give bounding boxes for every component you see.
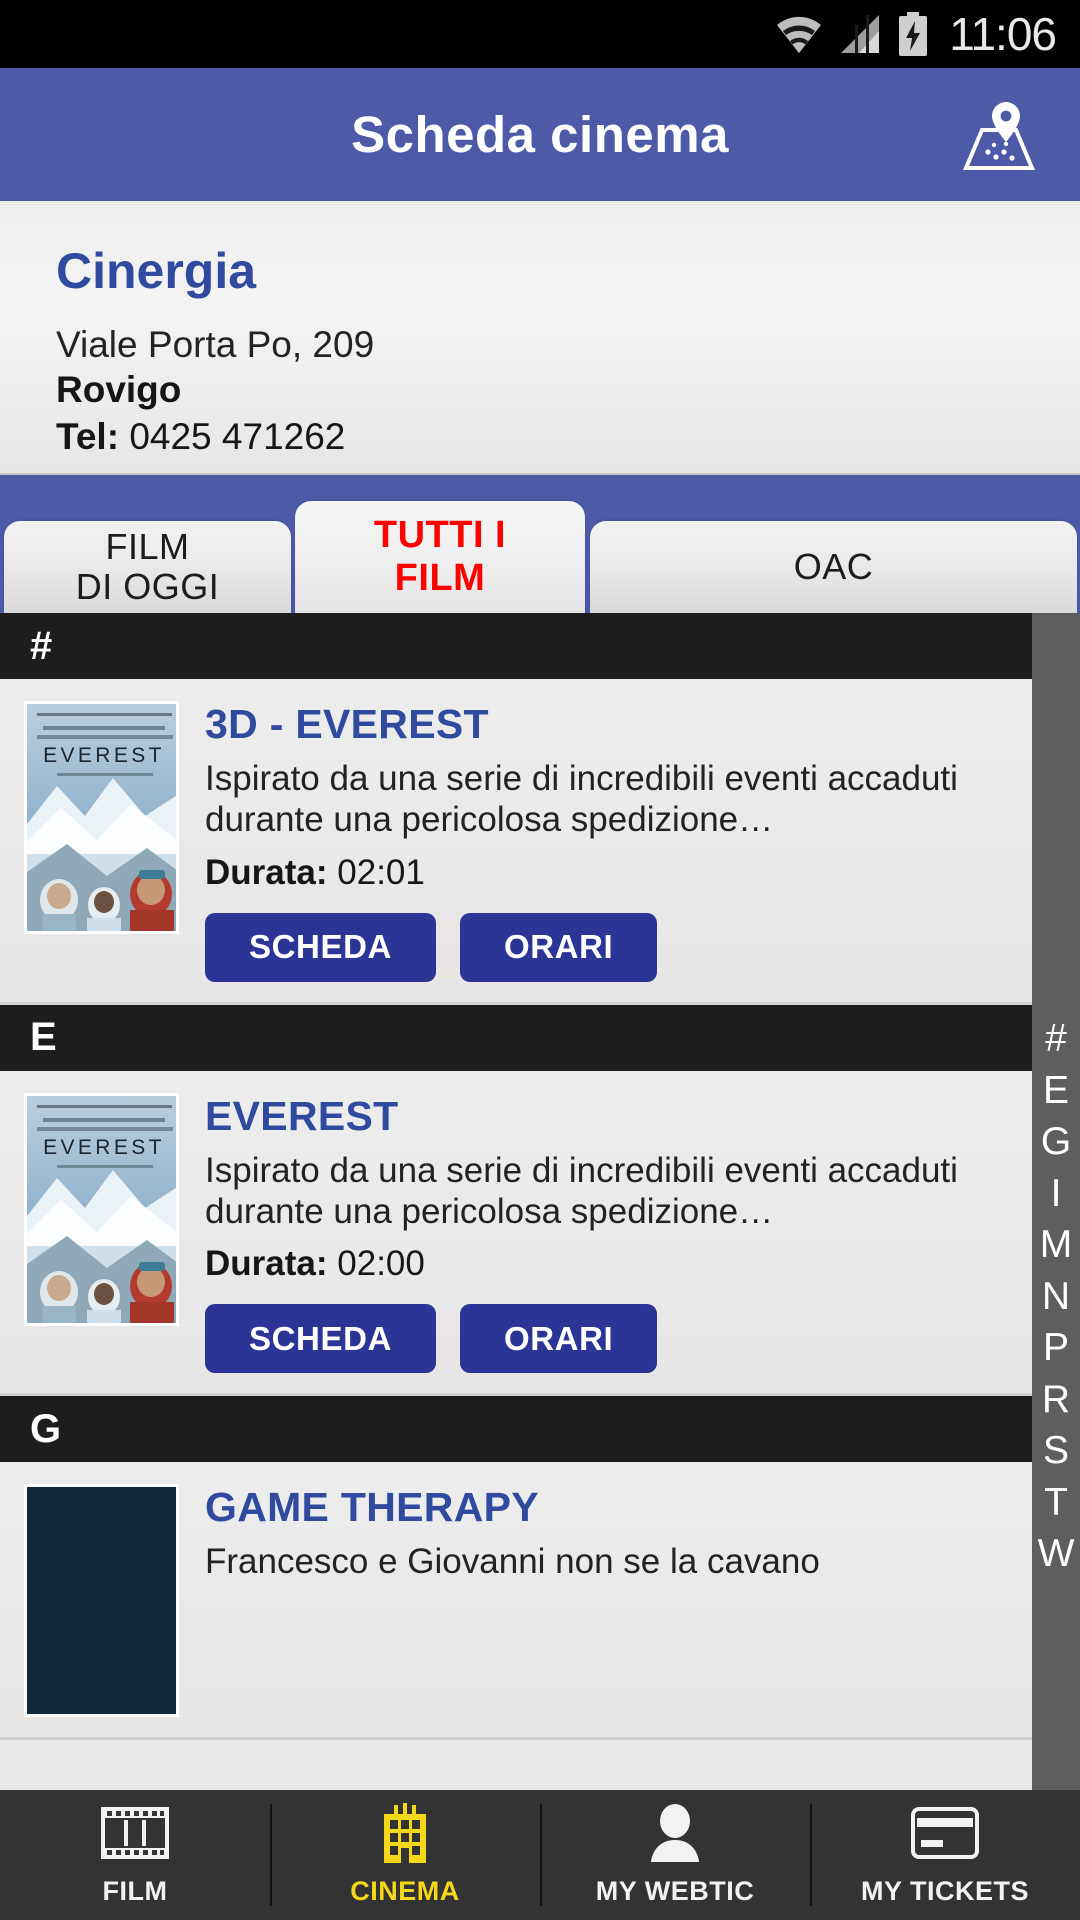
movie-description: Ispirato da una serie di incredibili eve… [205, 759, 958, 840]
alpha-index-letter[interactable]: E [1043, 1065, 1069, 1116]
tab-oac[interactable]: OAC [590, 521, 1077, 613]
section-header: E [0, 1004, 1032, 1071]
tab-label: TUTTI I FILM [373, 514, 507, 599]
movie-actions: SCHEDA ORARI [205, 912, 1014, 982]
alpha-index-letter[interactable]: # [1045, 1013, 1067, 1064]
alpha-index-letter[interactable]: R [1042, 1374, 1070, 1425]
tab-label: FILM DI OGGI [75, 525, 220, 607]
tab-strip: FILM DI OGGI TUTTI I FILM OAC [0, 475, 1080, 613]
movie-description: Ispirato da una serie di incredibili eve… [205, 1150, 958, 1231]
svg-text:EVEREST: EVEREST [43, 744, 165, 767]
cinema-info-card: Cinergia Viale Porta Po, 209 Rovigo Tel:… [0, 201, 1080, 475]
section-letter: # [30, 623, 53, 668]
nav-item-film[interactable]: FILM [0, 1790, 270, 1920]
nav-item-my-tickets[interactable]: MY TICKETS [810, 1790, 1080, 1920]
phone-label: Tel: [56, 415, 120, 457]
movie-actions: SCHEDA ORARI [205, 1304, 1014, 1374]
app-bar: Scheda cinema [0, 68, 1080, 201]
orari-button[interactable]: ORARI [459, 912, 658, 982]
filmstrip-icon [101, 1804, 169, 1862]
alpha-index-letter[interactable]: T [1044, 1477, 1068, 1528]
movie-duration: Durata: 02:01 [205, 853, 1014, 893]
duration-value: 02:01 [337, 852, 425, 892]
movie-description: Francesco e Giovanni non se la cavano [205, 1542, 820, 1582]
phone-number: 0425 471262 [129, 415, 346, 457]
person-icon [647, 1803, 703, 1862]
tab-tutti-i-film[interactable]: TUTTI I FILM [295, 501, 585, 613]
movie-title[interactable]: EVEREST [205, 1093, 1014, 1140]
cinema-building-icon [376, 1802, 434, 1863]
list-item[interactable]: EVEREST [0, 1070, 1032, 1397]
tab-film-di-oggi[interactable]: FILM DI OGGI [4, 521, 291, 613]
cinema-phone: Tel: 0425 471262 [56, 414, 1080, 459]
nav-item-my-webtic[interactable]: MY WEBTIC [540, 1790, 810, 1920]
game-therapy-poster [24, 1484, 179, 1718]
nav-label: MY TICKETS [860, 1875, 1029, 1906]
alpha-index-letter[interactable]: W [1038, 1528, 1075, 1579]
list-item[interactable]: GAME THERAPY Francesco e Giovanni non se… [0, 1462, 1032, 1741]
cinema-city: Rovigo [56, 368, 182, 410]
alpha-index-scrollbar[interactable]: # E G I M N P R S T W [1032, 613, 1080, 1790]
everest-poster: EVEREST [24, 1092, 179, 1326]
alpha-index-letter[interactable]: P [1043, 1322, 1069, 1373]
svg-text:EVEREST: EVEREST [43, 1136, 165, 1159]
app-root: 11:06 Scheda cinema Cinergia Viale Porta… [0, 0, 1080, 1920]
page-title: Scheda cinema [351, 106, 729, 163]
everest-poster: EVEREST [24, 701, 179, 934]
movie-title[interactable]: GAME THERAPY [205, 1484, 1014, 1531]
movie-list[interactable]: # EVEREST 3D - EVEREST Ispirato da una s… [0, 613, 1080, 1790]
movie-body: 3D - EVEREST Ispirato da una serie di in… [179, 701, 1032, 982]
alpha-index-letter[interactable]: G [1041, 1116, 1071, 1167]
battery-charging-icon [897, 12, 929, 56]
movie-title[interactable]: 3D - EVEREST [205, 701, 1014, 748]
status-bar-clock: 11:06 [949, 8, 1057, 60]
duration-label: Durata: [205, 1244, 328, 1284]
cinema-name: Cinergia [56, 243, 257, 299]
alpha-index-letter[interactable]: S [1043, 1425, 1069, 1476]
section-header: G [0, 1396, 1032, 1463]
map-pin-icon[interactable] [956, 92, 1042, 178]
movie-body: EVEREST Ispirato da una serie di incredi… [179, 1093, 1032, 1374]
nav-label: MY WEBTIC [595, 1875, 755, 1906]
nav-label: FILM [102, 1875, 168, 1906]
cinema-address: Viale Porta Po, 209 [56, 323, 375, 365]
orari-button[interactable]: ORARI [459, 1304, 658, 1374]
movie-body: GAME THERAPY Francesco e Giovanni non se… [179, 1484, 1032, 1717]
alpha-index-letter[interactable]: I [1051, 1168, 1062, 1219]
alpha-index-letter[interactable]: M [1040, 1219, 1073, 1270]
cellular-signal-icon [839, 13, 883, 55]
movie-duration: Durata: 02:00 [205, 1244, 1014, 1284]
scheda-button[interactable]: SCHEDA [205, 912, 436, 982]
section-letter: E [30, 1015, 57, 1060]
list-item[interactable]: EVEREST [0, 679, 1032, 1005]
tab-label: OAC [793, 545, 874, 587]
wifi-icon [773, 13, 825, 55]
section-header: # [0, 613, 1032, 679]
status-bar: 11:06 [0, 0, 1080, 68]
section-letter: G [30, 1406, 62, 1451]
credit-card-icon [911, 1804, 979, 1862]
bottom-navigation: FILM CINEMA MY WEBTIC MY TICKETS [0, 1790, 1080, 1920]
duration-label: Durata: [205, 852, 328, 892]
duration-value: 02:00 [337, 1244, 425, 1284]
nav-item-cinema[interactable]: CINEMA [270, 1790, 540, 1920]
nav-label: CINEMA [350, 1875, 460, 1906]
scheda-button[interactable]: SCHEDA [205, 1304, 436, 1374]
alpha-index-letter[interactable]: N [1042, 1271, 1070, 1322]
